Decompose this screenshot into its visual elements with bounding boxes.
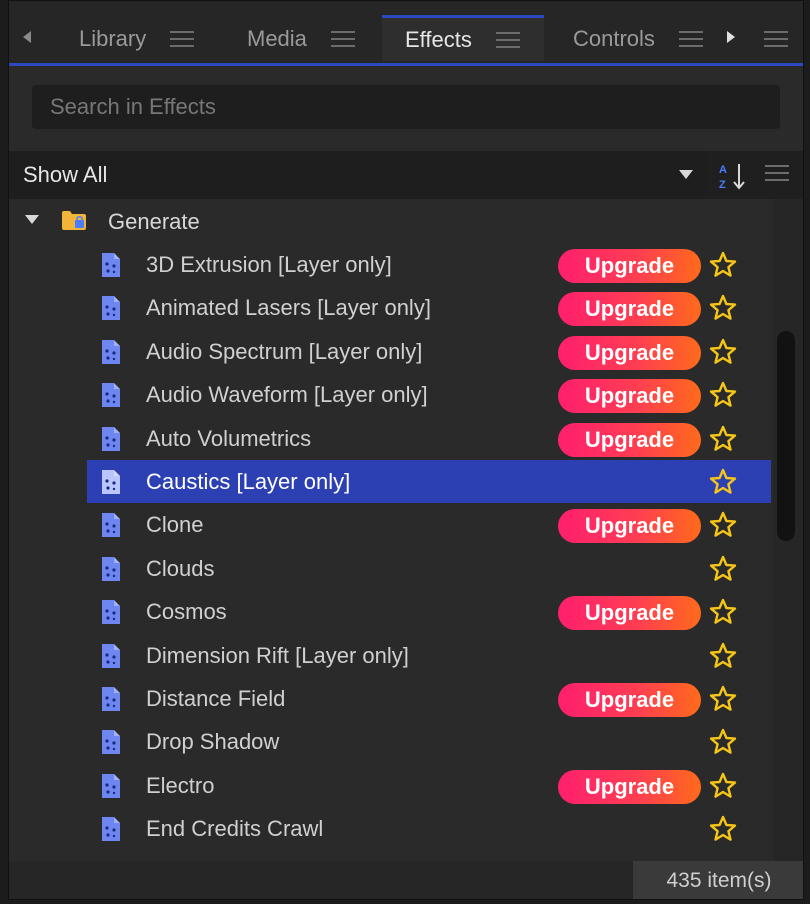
- tab-menu-icon[interactable]: [330, 31, 355, 47]
- panel-menu-icon[interactable]: [764, 31, 788, 47]
- filter-bar: Show All A Z: [9, 151, 803, 199]
- effect-file-icon: [102, 253, 120, 277]
- favorite-star-icon[interactable]: [709, 425, 737, 453]
- upgrade-badge[interactable]: Upgrade: [558, 292, 701, 327]
- favorite-star-icon[interactable]: [709, 772, 737, 800]
- favorite-star-icon[interactable]: [709, 251, 737, 279]
- effect-file-icon: [102, 773, 120, 798]
- upgrade-badge[interactable]: Upgrade: [558, 335, 701, 370]
- upgrade-badge[interactable]: Upgrade: [558, 596, 701, 631]
- list-item[interactable]: Audio Spectrum [Layer only] Upgrade: [87, 330, 771, 373]
- upgrade-badge[interactable]: Upgrade: [558, 379, 701, 414]
- list-item[interactable]: Audio Waveform [Layer only] Upgrade: [87, 373, 771, 416]
- tab-library[interactable]: Library: [79, 15, 195, 63]
- list-item[interactable]: Dimension Rift [Layer only]: [87, 634, 771, 677]
- effect-file-icon: [102, 513, 120, 538]
- list-item-label: Audio Waveform [Layer only]: [146, 382, 428, 408]
- tab-bar: Library Media Effects Controls: [9, 1, 803, 66]
- favorite-star-icon[interactable]: [709, 642, 737, 670]
- favorite-star-icon[interactable]: [709, 381, 737, 409]
- favorite-star-icon[interactable]: [709, 511, 737, 539]
- group-generate[interactable]: Generate: [9, 199, 803, 243]
- favorite-star-icon[interactable]: [709, 598, 737, 626]
- list-item[interactable]: End Credits Crawl: [87, 807, 771, 850]
- list-item[interactable]: Clouds: [87, 547, 771, 590]
- tab-label: Effects: [405, 26, 472, 52]
- tab-menu-icon[interactable]: [678, 31, 703, 47]
- favorite-star-icon[interactable]: [709, 294, 737, 322]
- effects-list: Generate 3D Extrusion [Layer only] Upgrad…: [9, 199, 803, 861]
- list-item-label: Electro: [146, 772, 215, 798]
- favorite-star-icon[interactable]: [709, 555, 737, 583]
- favorite-star-icon[interactable]: [709, 685, 737, 713]
- list-item[interactable]: 3D Extrusion [Layer only] Upgrade: [87, 243, 771, 286]
- disclosure-triangle-icon[interactable]: [25, 215, 39, 224]
- list-item-label: Audio Spectrum [Layer only]: [146, 338, 423, 364]
- search-input[interactable]: [32, 85, 780, 129]
- list-item[interactable]: Distance Field Upgrade: [87, 677, 771, 720]
- item-count: 435 item(s): [633, 861, 803, 899]
- list-item-label: Distance Field: [146, 686, 286, 711]
- show-all-dropdown[interactable]: Show All: [9, 151, 707, 199]
- dropdown-selected-value: Show All: [23, 162, 108, 187]
- upgrade-badge[interactable]: Upgrade: [558, 769, 701, 804]
- favorite-star-icon[interactable]: [709, 815, 737, 843]
- upgrade-badge[interactable]: Upgrade: [558, 422, 701, 457]
- tab-controls[interactable]: Controls: [573, 15, 703, 63]
- list-item[interactable]: Animated Lasers [Layer only] Upgrade: [87, 286, 771, 329]
- effects-browser-panel: Library Media Effects Controls Show All …: [8, 0, 804, 900]
- favorite-star-icon[interactable]: [709, 468, 737, 496]
- list-item[interactable]: Drop Shadow: [87, 720, 771, 763]
- favorite-star-icon[interactable]: [709, 728, 737, 756]
- list-item-label: Cosmos: [146, 599, 227, 625]
- favorite-star-icon[interactable]: [709, 338, 737, 366]
- list-options-icon[interactable]: [765, 165, 789, 181]
- list-item-label: Clouds: [146, 555, 215, 581]
- upgrade-badge[interactable]: Upgrade: [558, 249, 701, 283]
- list-item-label: 3D Extrusion [Layer only]: [146, 252, 392, 277]
- tab-menu-icon[interactable]: [495, 31, 520, 48]
- effect-file-icon: [102, 339, 120, 364]
- scrollbar-thumb[interactable]: [777, 331, 795, 541]
- tab-media[interactable]: Media: [247, 15, 355, 63]
- list-item[interactable]: Caustics [Layer only]: [87, 460, 771, 503]
- list-item-label: Auto Volumetrics: [146, 425, 312, 451]
- list-item-label: Drop Shadow: [146, 729, 280, 755]
- tab-label: Controls: [573, 26, 655, 51]
- effect-file-icon: [102, 643, 120, 668]
- effect-file-icon: [102, 730, 120, 755]
- list-item-label: Clone: [146, 512, 204, 538]
- upgrade-badge[interactable]: Upgrade: [558, 509, 701, 544]
- group-label: Generate: [108, 209, 200, 234]
- list-item[interactable]: Electro Upgrade: [87, 764, 771, 807]
- folder-icon: [62, 211, 86, 230]
- effect-file-icon: [102, 817, 120, 842]
- effect-file-icon: [102, 383, 120, 408]
- chevron-down-icon: [679, 170, 693, 179]
- svg-text:A: A: [719, 164, 727, 176]
- effect-file-icon: [102, 426, 120, 451]
- list-item[interactable]: Clone Upgrade: [87, 503, 771, 546]
- list-item-label: Dimension Rift [Layer only]: [146, 642, 409, 668]
- effect-file-icon: [102, 470, 120, 494]
- effect-file-icon: [102, 296, 120, 321]
- sort-az-icon[interactable]: A Z: [717, 161, 747, 191]
- scroll-tabs-right-icon[interactable]: [727, 31, 735, 43]
- tab-label: Library: [79, 26, 147, 51]
- list-item-label: Caustics [Layer only]: [146, 469, 351, 494]
- tab-menu-icon[interactable]: [170, 31, 195, 47]
- list-item-label: Animated Lasers [Layer only]: [146, 295, 431, 321]
- list-item[interactable]: Cosmos Upgrade: [87, 590, 771, 633]
- scroll-tabs-left-icon[interactable]: [23, 31, 31, 43]
- effect-file-icon: [102, 687, 120, 711]
- effect-file-icon: [102, 600, 120, 625]
- effect-file-icon: [102, 556, 120, 581]
- svg-text:Z: Z: [719, 179, 726, 191]
- tab-effects[interactable]: Effects: [382, 15, 544, 61]
- list-item-label: End Credits Crawl: [146, 816, 324, 842]
- tab-label: Media: [247, 26, 307, 51]
- list-item[interactable]: Auto Volumetrics Upgrade: [87, 417, 771, 460]
- upgrade-badge[interactable]: Upgrade: [558, 683, 701, 717]
